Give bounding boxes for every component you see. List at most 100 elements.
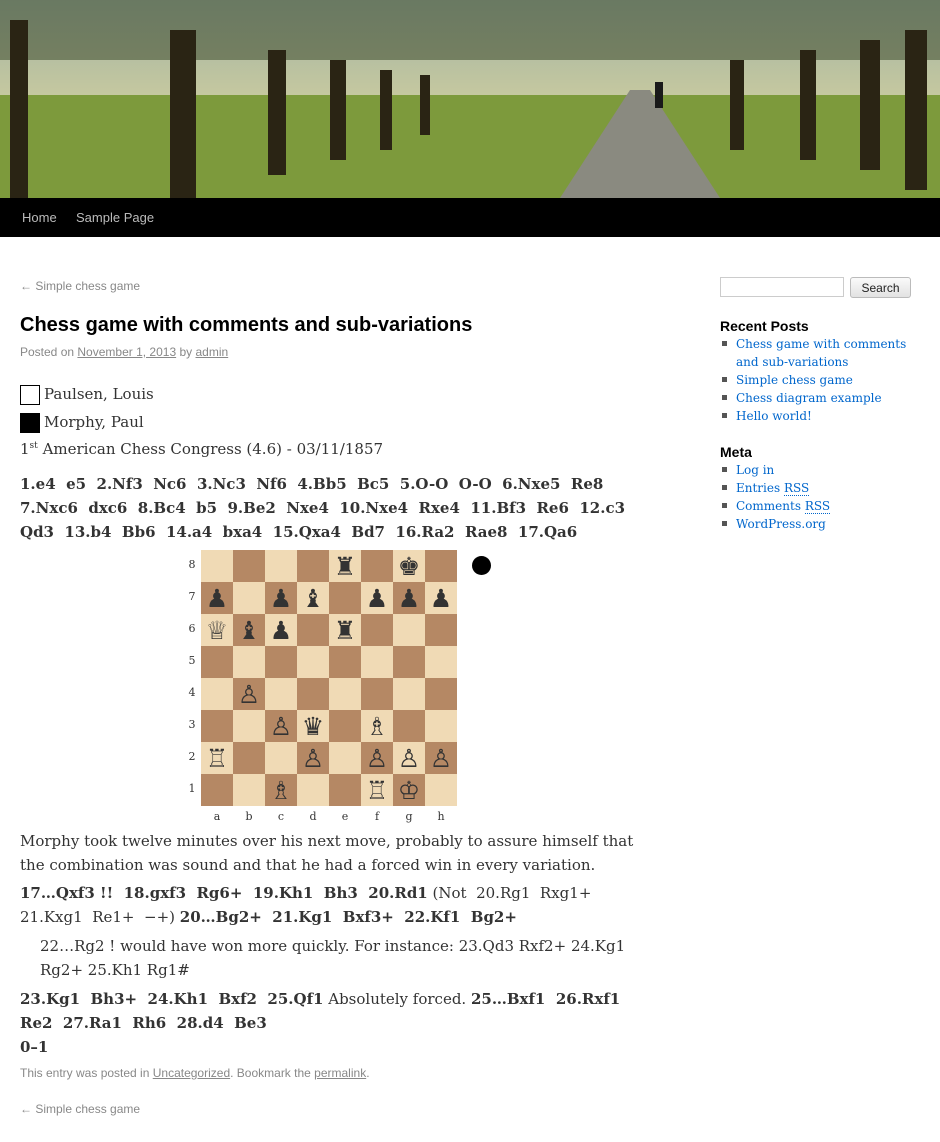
rank-label: 8 — [188, 558, 196, 571]
board-square — [329, 742, 361, 774]
board-square — [329, 646, 361, 678]
board-square: ♛ — [297, 710, 329, 742]
list-item: Entries RSS — [722, 479, 922, 497]
chess-piece-icon: ♜ — [333, 615, 357, 645]
chess-piece-icon: ♟ — [269, 583, 293, 613]
board-square — [297, 646, 329, 678]
recent-post-link[interactable]: Hello world! — [736, 409, 812, 423]
comments-rss-link[interactable]: Comments RSS — [736, 499, 831, 514]
game-result: 0–1 — [20, 1035, 660, 1059]
nav-home[interactable]: Home — [22, 198, 57, 237]
entries-rss-link[interactable]: Entries RSS — [736, 481, 810, 496]
post-date-link[interactable]: November 1, 2013 — [77, 345, 176, 359]
white-square-icon — [20, 385, 40, 405]
event-name: American Chess Congress (4.6) - 03/11/18… — [42, 440, 384, 458]
board-square — [233, 550, 265, 582]
chess-piece-icon: ♕ — [205, 615, 229, 645]
rank-label: 6 — [188, 622, 196, 635]
post-title: Chess game with comments and sub-variati… — [20, 314, 473, 336]
board-square — [329, 678, 361, 710]
board-square — [201, 646, 233, 678]
chess-piece-icon: ♙ — [301, 743, 325, 773]
moves-text-2a: 17…Qxf3 !! 18.gxf3 Rg6+ 19.Kh1 Bh3 20.Rd… — [20, 884, 428, 902]
board-square — [393, 678, 425, 710]
recent-post-link[interactable]: Simple chess game — [736, 373, 853, 387]
list-item: Chess diagram example — [722, 389, 922, 407]
category-link[interactable]: Uncategorized — [153, 1066, 230, 1080]
event-ordinal: 1 — [20, 440, 30, 458]
list-item: Simple chess game — [722, 371, 922, 389]
chess-board: ♜ ♚ ♟ ♟ ♝ ♟ ♟ ♟ ♕ ♝ ♟ ♜ ♙ ♙ ♛ ♗ ♖ ♙ ♙ ♙ ♙ ♗ ♖ ♔ — [200, 549, 458, 807]
comments-label: Comments — [736, 499, 801, 513]
posted-on-label: Posted on — [20, 345, 75, 359]
board-square: ♙ — [393, 742, 425, 774]
moves-main-3: 23.Kg1 Bh3+ 24.Kh1 Bxf2 25.Qf1 Absolutel… — [20, 987, 660, 1035]
by-label: by — [179, 345, 193, 359]
board-square — [329, 774, 361, 806]
board-square — [233, 774, 265, 806]
sub-variation: 22…Rg2 ! would have won more quickly. Fo… — [40, 937, 626, 979]
board-square — [361, 550, 393, 582]
moves-main-1: 1.e4 e5 2.Nf3 Nc6 3.Nc3 Nf6 4.Bb5 Bc5 5.… — [20, 472, 660, 544]
board-square — [425, 646, 457, 678]
black-player-name: Morphy, Paul — [44, 413, 144, 431]
board-square — [297, 678, 329, 710]
board-square — [233, 646, 265, 678]
header-image — [0, 0, 940, 198]
white-player: Paulsen, Louis — [20, 383, 154, 405]
list-item: Log in — [722, 461, 922, 479]
chess-piece-icon: ♟ — [269, 615, 293, 645]
board-square: ♟ — [265, 614, 297, 646]
list-item: Comments RSS — [722, 497, 922, 515]
board-square: ♟ — [265, 582, 297, 614]
chess-piece-icon: ♔ — [397, 775, 421, 805]
file-label: f — [374, 810, 380, 823]
chess-piece-icon: ♚ — [397, 551, 421, 581]
event-ordinal-suffix: st — [29, 441, 38, 451]
board-square — [425, 614, 457, 646]
rank-label: 7 — [188, 590, 196, 603]
black-square-icon — [20, 413, 40, 433]
search-button[interactable]: Search — [850, 277, 911, 298]
chess-piece-icon: ♝ — [237, 615, 261, 645]
permalink-link[interactable]: permalink — [314, 1066, 366, 1080]
meta-list: Log in Entries RSS Comments RSS WordPres… — [722, 461, 922, 533]
main-nav: Home Sample Page — [0, 198, 940, 237]
previous-post-link-top[interactable]: ← Simple chess game — [20, 279, 140, 293]
board-square — [233, 742, 265, 774]
login-link[interactable]: Log in — [736, 463, 774, 477]
board-square — [329, 582, 361, 614]
chess-piece-icon: ♟ — [205, 583, 229, 613]
nav-sample-page[interactable]: Sample Page — [76, 198, 154, 237]
recent-posts-title: Recent Posts — [720, 318, 809, 334]
board-square — [233, 582, 265, 614]
chess-piece-icon: ♛ — [301, 711, 325, 741]
file-label: b — [245, 810, 253, 823]
post-meta: Posted on November 1, 2013 by admin — [20, 345, 228, 359]
file-label: d — [309, 810, 317, 823]
file-label: g — [405, 810, 413, 823]
moves-text-2b: 20…Bg2+ 21.Kg1 Bxf3+ 22.Kf1 Bg2+ — [179, 908, 517, 926]
search-input[interactable] — [720, 277, 844, 297]
wordpress-org-link[interactable]: WordPress.org — [736, 517, 826, 531]
recent-post-link[interactable]: Chess diagram example — [736, 391, 882, 405]
black-to-move-indicator — [472, 556, 491, 575]
event-info: 1st American Chess Congress (4.6) - 03/1… — [20, 440, 383, 458]
chess-piece-icon: ♗ — [269, 775, 293, 805]
board-square: ♗ — [265, 774, 297, 806]
entry-footer: This entry was posted in Uncategorized. … — [20, 1066, 370, 1080]
board-square — [201, 710, 233, 742]
board-square — [201, 678, 233, 710]
list-item: WordPress.org — [722, 515, 922, 533]
footer-text-2: . Bookmark the — [230, 1066, 315, 1080]
board-square — [201, 550, 233, 582]
author-link[interactable]: admin — [196, 345, 229, 359]
footer-text-3: . — [366, 1066, 370, 1080]
recent-post-link[interactable]: Chess game with comments and sub-variati… — [736, 337, 906, 369]
previous-post-link-bottom[interactable]: ← Simple chess game — [20, 1102, 140, 1116]
chess-piece-icon: ♖ — [365, 775, 389, 805]
chess-piece-icon: ♗ — [365, 711, 389, 741]
board-square: ♝ — [297, 582, 329, 614]
rank-label: 1 — [188, 782, 196, 795]
chess-piece-icon: ♙ — [429, 743, 453, 773]
